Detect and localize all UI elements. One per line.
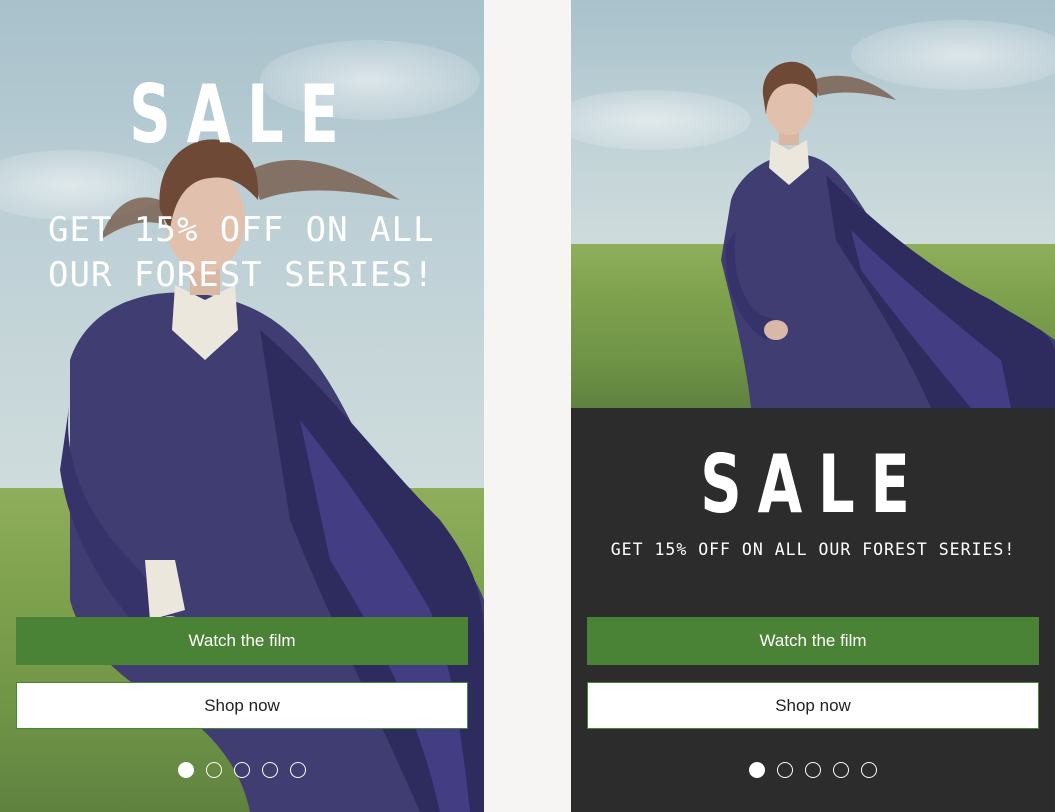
carousel-dot-3[interactable] bbox=[234, 762, 250, 778]
promo-text: GET 15% OFF ON ALL OUR FOREST SERIES! bbox=[610, 540, 1016, 559]
watch-film-button[interactable]: Watch the film bbox=[16, 617, 468, 665]
carousel-dot-2[interactable] bbox=[206, 762, 222, 778]
shop-now-button[interactable]: Shop now bbox=[587, 682, 1039, 729]
carousel-dot-3[interactable] bbox=[805, 762, 821, 778]
sale-banner-overlay: SALE GET 15% OFF ON ALL OUR FOREST SERIE… bbox=[0, 0, 484, 812]
photo-area bbox=[571, 0, 1055, 408]
carousel-dot-1[interactable] bbox=[178, 762, 194, 778]
watch-film-button[interactable]: Watch the film bbox=[587, 617, 1039, 665]
carousel-dot-4[interactable] bbox=[833, 762, 849, 778]
carousel-dot-1[interactable] bbox=[749, 762, 765, 778]
carousel-dot-2[interactable] bbox=[777, 762, 793, 778]
promo-line: OUR FOREST SERIES! bbox=[48, 255, 435, 295]
carousel-dot-4[interactable] bbox=[262, 762, 278, 778]
layout-gutter bbox=[484, 0, 571, 812]
sale-heading: SALE bbox=[700, 438, 926, 531]
shop-now-button[interactable]: Shop now bbox=[16, 682, 468, 729]
carousel-pagination bbox=[0, 762, 484, 778]
carousel-dot-5[interactable] bbox=[861, 762, 877, 778]
promo-line: GET 15% OFF ON ALL bbox=[48, 210, 435, 250]
promo-text: GET 15% OFF ON ALL OUR FOREST SERIES! bbox=[48, 208, 448, 298]
model-photo bbox=[721, 61, 1055, 408]
sale-banner-stacked: SALE GET 15% OFF ON ALL OUR FOREST SERIE… bbox=[571, 0, 1055, 812]
sale-heading: SALE bbox=[129, 68, 355, 161]
carousel-dot-5[interactable] bbox=[290, 762, 306, 778]
carousel-pagination bbox=[571, 762, 1055, 778]
